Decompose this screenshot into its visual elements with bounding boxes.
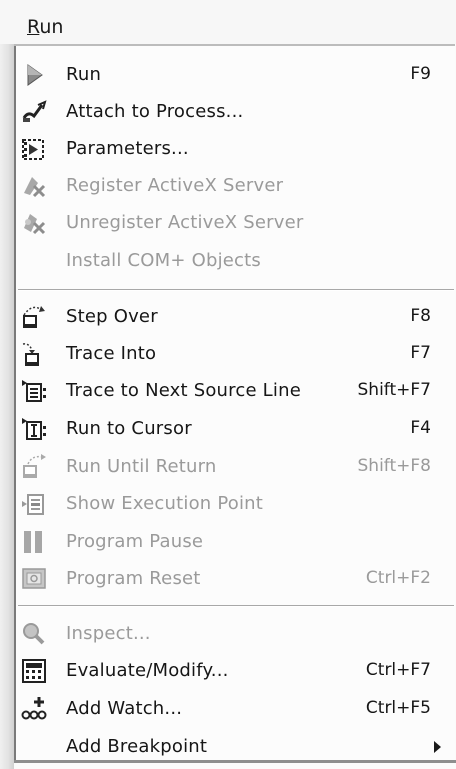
inspect-icon [20, 621, 50, 647]
execution-point-icon [20, 491, 50, 517]
menu-item-label: Attach to Process... [66, 101, 244, 122]
menu-item-label: Step Over [66, 306, 158, 327]
menu-item-shortcut: F8 [410, 306, 431, 326]
trace-into-icon [20, 341, 50, 367]
reset-icon [20, 566, 50, 592]
menu-item-shortcut: F7 [410, 343, 431, 363]
menu-item-label: Show Execution Point [66, 493, 264, 514]
add-watch-icon [20, 696, 50, 722]
menu-item-shortcut: F9 [410, 64, 431, 84]
menu-item-label: Unregister ActiveX Server [66, 212, 304, 233]
menu-item-label: Install COM+ Objects [66, 250, 261, 271]
parameters-icon [20, 136, 50, 162]
menu-item-program-pause[interactable]: Program Pause [16, 524, 455, 560]
menu-title-rest: un [39, 16, 64, 38]
menu-item-add-watch[interactable]: Add Watch... Ctrl+F5 [16, 691, 455, 727]
menu-item-label: Evaluate/Modify... [66, 660, 229, 681]
run-until-return-icon [20, 454, 50, 480]
menu-item-show-execution-point[interactable]: Show Execution Point [16, 486, 455, 522]
menu-item-label: Trace Into [66, 343, 157, 364]
trace-next-line-icon [20, 378, 50, 404]
menu-item-shortcut: Ctrl+F5 [365, 698, 431, 718]
unregister-activex-icon [20, 210, 50, 236]
menu-item-add-breakpoint[interactable]: Add Breakpoint [16, 729, 455, 765]
menu-item-label: Trace to Next Source Line [66, 380, 301, 401]
menu-item-shortcut: Shift+F8 [357, 456, 431, 476]
menu-item-run-to-cursor[interactable]: Run to Cursor F4 [16, 411, 455, 447]
calculator-icon [20, 658, 50, 684]
menu-item-label: Program Pause [66, 531, 204, 552]
menu-item-shortcut: F4 [410, 418, 431, 438]
menu-item-inspect[interactable]: Inspect... [16, 616, 455, 652]
menu-item-run-until-return[interactable]: Run Until Return Shift+F8 [16, 449, 455, 485]
register-activex-icon [20, 173, 50, 199]
submenu-arrow-icon [434, 741, 441, 753]
menu-item-unregister-activex-server[interactable]: Unregister ActiveX Server [16, 205, 455, 241]
attach-process-icon [20, 99, 50, 125]
menu-item-trace-to-next-source-line[interactable]: Trace to Next Source Line Shift+F7 [16, 373, 455, 409]
menu-item-label: Program Reset [66, 568, 201, 589]
screen: Run Run F9 Attach to Process... Paramete… [0, 0, 456, 769]
menu-title-mnemonic: R [27, 16, 40, 38]
menu-item-label: Add Breakpoint [66, 736, 208, 757]
window-edge [0, 44, 14, 769]
menu-item-label: Inspect... [66, 623, 151, 644]
menu-item-shortcut: Shift+F7 [357, 380, 431, 400]
menu-item-program-reset[interactable]: Program Reset Ctrl+F2 [16, 561, 455, 597]
menu-bar: Run [0, 0, 456, 44]
step-over-icon [20, 304, 50, 330]
menu-item-trace-into[interactable]: Trace Into F7 [16, 336, 455, 372]
menu-item-run[interactable]: Run F9 [16, 57, 455, 93]
menu-item-label: Run Until Return [66, 456, 217, 477]
run-play-icon [20, 62, 50, 88]
menu-item-register-activex-server[interactable]: Register ActiveX Server [16, 168, 455, 204]
menu-item-label: Add Watch... [66, 698, 183, 719]
menu-item-parameters[interactable]: Parameters... [16, 131, 455, 167]
menu-separator [18, 289, 454, 291]
menu-item-step-over[interactable]: Step Over F8 [16, 299, 455, 335]
menu-item-label: Register ActiveX Server [66, 175, 284, 196]
pause-icon [20, 529, 50, 555]
menu-item-shortcut: Ctrl+F2 [365, 568, 431, 588]
menu-item-evaluate-modify[interactable]: Evaluate/Modify... Ctrl+F7 [16, 653, 455, 689]
run-to-cursor-icon [20, 416, 50, 442]
menu-item-label: Run to Cursor [66, 418, 192, 439]
menu-item-install-com-objects[interactable]: Install COM+ Objects [16, 243, 455, 279]
menu-title-run[interactable]: Run [27, 16, 63, 38]
menu-item-shortcut: Ctrl+F7 [365, 660, 431, 680]
menu-item-label: Parameters... [66, 138, 189, 159]
menu-separator [18, 605, 454, 607]
menu-item-attach-to-process[interactable]: Attach to Process... [16, 94, 455, 130]
menu-item-label: Run [66, 64, 102, 85]
